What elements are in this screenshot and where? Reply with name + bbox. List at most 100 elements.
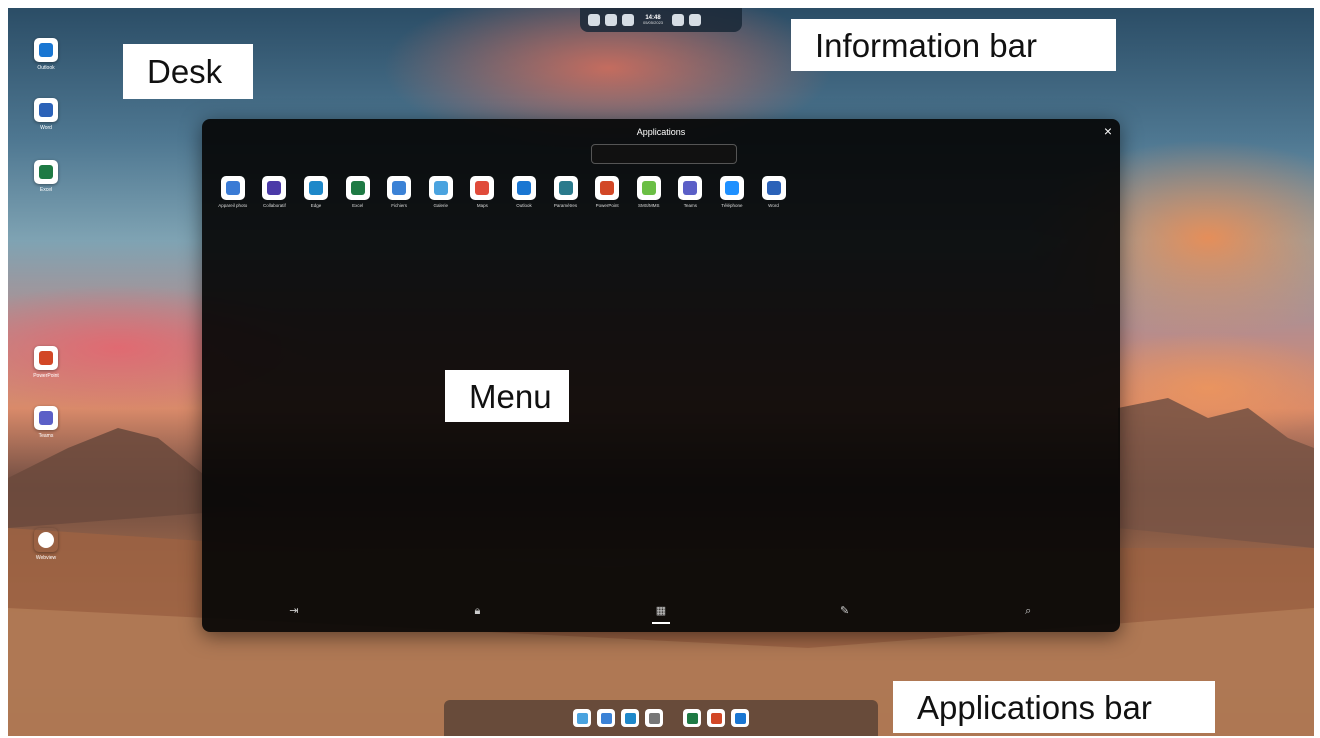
desktop-screen: Outlook Word Excel PowerPoint Teams Webview 1… [8, 8, 1314, 736]
app-item[interactable]: Excel [337, 176, 379, 208]
teams-icon [34, 406, 58, 430]
app-grid: Appareil photo Collaboratif Edge Excel Fichi… [212, 176, 794, 208]
app-item[interactable]: Word [753, 176, 795, 208]
appbar-excel-icon[interactable] [683, 709, 701, 727]
icon-glyph [39, 165, 53, 179]
edit-icon[interactable]: ✎ [838, 604, 852, 618]
appbar-edge-icon[interactable] [621, 709, 639, 727]
app-icon-glyph [724, 181, 739, 195]
desktop-icon-powerpoint[interactable]: PowerPoint [26, 346, 66, 379]
icon-glyph [38, 532, 54, 548]
app-label: Outlook [516, 203, 532, 208]
camera-icon [220, 176, 245, 200]
app-icon-glyph [267, 181, 282, 195]
app-icon-glyph [475, 181, 490, 195]
app-icon-glyph [350, 181, 365, 195]
app-item[interactable]: Edge [295, 176, 337, 208]
desktop-icon-label: Teams [38, 433, 54, 439]
app-item[interactable]: SMS/MMS [628, 176, 670, 208]
app-icon-glyph [641, 181, 656, 195]
app-item[interactable]: PowerPoint [586, 176, 628, 208]
app-item[interactable]: Maps [462, 176, 504, 208]
app-label: Galerie [433, 203, 449, 208]
grid-icon[interactable]: ▦ [651, 604, 670, 624]
app-item[interactable]: Teams [670, 176, 712, 208]
app-icon-glyph [558, 181, 573, 195]
app-item[interactable]: Galerie [420, 176, 462, 208]
app-item[interactable]: Outlook [503, 176, 545, 208]
app-icon-glyph [308, 181, 323, 195]
word-icon [34, 98, 58, 122]
desktop-icon-teams[interactable]: Teams [26, 406, 66, 439]
appbar-outlook-icon[interactable] [731, 709, 749, 727]
app-icon-glyph [600, 181, 615, 195]
menu-nav-bar: ⇥ 🔒︎ ▦ ✎ ⌕ [202, 600, 1120, 624]
appbar-icon-glyph [576, 712, 588, 724]
callout-information-bar: Information bar [791, 19, 1116, 71]
app-item[interactable]: Fichiers [378, 176, 420, 208]
icon-glyph [39, 351, 53, 365]
close-icon[interactable]: × [1104, 123, 1112, 139]
app-icon-glyph [766, 181, 781, 195]
teams-icon [678, 176, 703, 200]
app-label: PowerPoint [595, 203, 619, 208]
app-item[interactable]: Appareil photo [212, 176, 254, 208]
lock-icon[interactable]: 🔒︎ [470, 604, 484, 618]
appbar-icon-glyph [600, 712, 612, 724]
desktop-icon-excel[interactable]: Excel [26, 160, 66, 193]
play-icon [262, 176, 287, 200]
app-icon-glyph [392, 181, 407, 195]
appbar-folder-icon[interactable] [597, 709, 615, 727]
app-icon-glyph [225, 181, 240, 195]
settings-icon[interactable] [689, 14, 702, 26]
menu-search-input[interactable] [591, 144, 737, 164]
app-label: Paramètres [553, 203, 578, 208]
app-item[interactable]: Collaboratif [254, 176, 296, 208]
maps-icon [470, 176, 495, 200]
icon-glyph [39, 411, 53, 425]
app-label: Teams [683, 203, 697, 208]
icon-glyph [39, 103, 53, 117]
globe-icon [34, 528, 58, 552]
settings-icon [553, 176, 578, 200]
home-icon[interactable] [605, 14, 617, 26]
appbar-icon-glyph [686, 712, 698, 724]
excel-icon [345, 176, 370, 200]
desktop-icon-label: Word [40, 125, 52, 131]
app-label: Collaboratif [263, 203, 286, 208]
app-item[interactable]: Téléphone [711, 176, 753, 208]
app-label: Word [768, 203, 779, 208]
wifi-icon[interactable] [672, 14, 685, 26]
desktop-icon-outlook[interactable]: Outlook [26, 38, 66, 71]
desktop-icon-word[interactable]: Word [26, 98, 66, 131]
app-item[interactable]: Paramètres [545, 176, 587, 208]
applications-menu: Applications × Appareil photo Collaborati… [202, 119, 1120, 632]
gallery-icon [428, 176, 453, 200]
appbar-recent-icon[interactable] [645, 709, 663, 727]
appbar-icon-glyph [734, 712, 746, 724]
app-icon-glyph [516, 181, 531, 195]
app-label: Téléphone [721, 203, 743, 208]
appbar-icon-glyph [710, 712, 722, 724]
excel-icon [34, 160, 58, 184]
desktop-icon-label: Webview [35, 555, 57, 561]
app-label: Appareil photo [218, 203, 248, 208]
appbar-gallery-icon[interactable] [573, 709, 591, 727]
exit-icon[interactable]: ⇥ [287, 604, 301, 618]
apps-icon[interactable] [622, 14, 634, 26]
desktop-icon-webview[interactable]: Webview [26, 528, 66, 561]
callout-desk: Desk [123, 44, 253, 99]
back-icon[interactable] [588, 14, 600, 26]
menu-title: Applications [636, 127, 686, 137]
word-icon [761, 176, 786, 200]
appbar-powerpoint-icon[interactable] [707, 709, 725, 727]
powerpoint-icon [595, 176, 620, 200]
powerpoint-icon [34, 346, 58, 370]
callout-applications-bar: Applications bar [893, 681, 1215, 733]
desktop-icon-label: Excel [39, 187, 53, 193]
search-icon[interactable]: ⌕ [1021, 604, 1035, 618]
appbar-icon-glyph [624, 712, 636, 724]
applications-bar [444, 700, 878, 736]
desktop-icon-label: PowerPoint [33, 373, 59, 379]
app-label: SMS/MMS [637, 203, 660, 208]
